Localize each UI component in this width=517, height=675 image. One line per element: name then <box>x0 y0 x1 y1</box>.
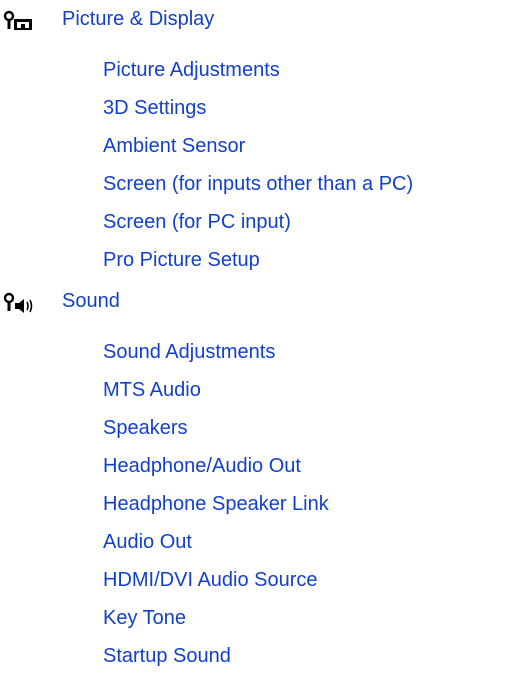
menu-item-headphone-speaker-link[interactable]: Headphone Speaker Link <box>103 492 329 516</box>
picture-display-icon <box>3 10 32 30</box>
menu-item-pro-picture-setup[interactable]: Pro Picture Setup <box>103 248 260 272</box>
menu-item-headphone-audio-out[interactable]: Headphone/Audio Out <box>103 454 301 478</box>
menu-item-mts-audio[interactable]: MTS Audio <box>103 378 201 402</box>
menu-item-screen-pc[interactable]: Screen (for PC input) <box>103 210 291 234</box>
menu-item-3d-settings[interactable]: 3D Settings <box>103 96 206 120</box>
menu-item-sound-adjustments[interactable]: Sound Adjustments <box>103 340 275 364</box>
section-link-picture-display[interactable]: Picture & Display <box>62 7 214 31</box>
menu-item-ambient-sensor[interactable]: Ambient Sensor <box>103 134 245 158</box>
menu-item-audio-out[interactable]: Audio Out <box>103 530 192 554</box>
menu-item-hdmi-dvi-audio-source[interactable]: HDMI/DVI Audio Source <box>103 568 318 592</box>
menu-item-screen-non-pc[interactable]: Screen (for inputs other than a PC) <box>103 172 413 196</box>
section-link-sound[interactable]: Sound <box>62 289 120 313</box>
menu-item-speakers[interactable]: Speakers <box>103 416 188 440</box>
menu-item-picture-adjustments[interactable]: Picture Adjustments <box>103 58 280 82</box>
menu-item-startup-sound[interactable]: Startup Sound <box>103 644 231 668</box>
sound-icon <box>3 292 33 313</box>
menu-item-key-tone[interactable]: Key Tone <box>103 606 186 630</box>
